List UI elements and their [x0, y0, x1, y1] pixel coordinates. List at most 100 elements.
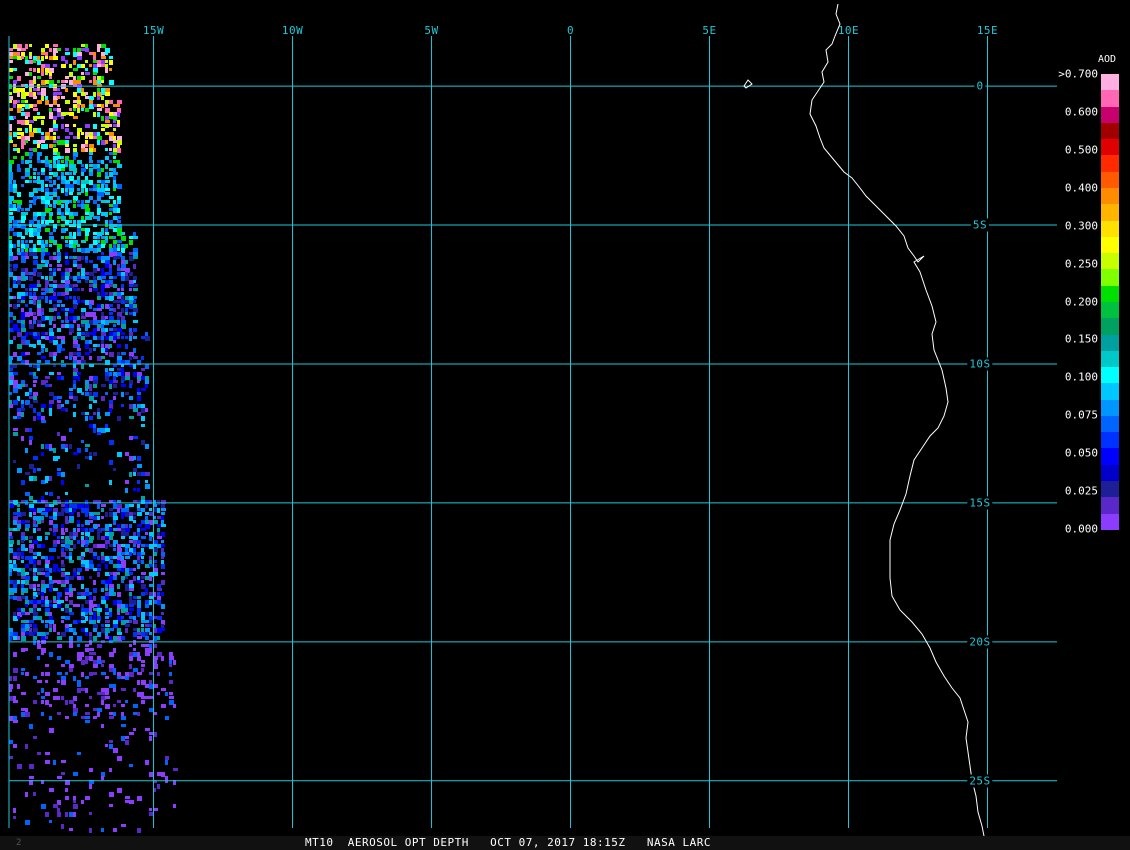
aod-pixel: [65, 192, 68, 196]
aod-pixel: [81, 168, 86, 172]
aod-pixel: [149, 624, 152, 627]
aod-pixel: [9, 212, 13, 215]
aod-pixel: [105, 180, 110, 183]
aod-pixel: [9, 176, 13, 180]
aod-pixel: [65, 812, 68, 817]
aod-pixel: [49, 372, 54, 375]
aod-pixel: [121, 724, 126, 727]
aod-pixel: [65, 580, 69, 584]
aod-pixel: [57, 264, 62, 267]
aod-pixel: [37, 88, 40, 91]
aod-pixel: [73, 236, 76, 239]
aod-pixel: [9, 368, 13, 371]
aod-pixel: [129, 764, 133, 767]
aod-pixel: [105, 620, 110, 623]
aod-pixel: [29, 240, 33, 243]
aod-pixel: [113, 340, 116, 343]
aod-pixel: [129, 516, 133, 521]
aod-pixel: [33, 104, 37, 107]
aod-pixel: [69, 612, 74, 615]
aod-pixel: [33, 68, 36, 72]
aod-pixel: [45, 332, 48, 335]
aod-pixel: [65, 172, 69, 175]
aod-pixel: [125, 700, 128, 703]
aod-pixel: [57, 632, 60, 635]
aod-pixel: [117, 628, 121, 632]
aod-pixel: [57, 468, 61, 471]
legend-tick-label: 0.025: [1064, 484, 1098, 498]
aod-pixel: [29, 72, 32, 76]
aod-pixel: [93, 384, 97, 388]
aod-pixel: [157, 600, 161, 605]
aod-pixel: [9, 140, 13, 143]
aod-pixel: [53, 192, 57, 197]
aod-pixel: [169, 672, 172, 676]
aod-pixel: [97, 656, 101, 660]
aod-pixel: [113, 136, 116, 140]
aod-pixel: [73, 164, 76, 168]
aod-pixel: [61, 436, 66, 441]
aod-pixel: [29, 128, 32, 132]
aod-pixel: [17, 148, 20, 153]
aod-pixel: [141, 668, 144, 672]
aod-pixel: [97, 568, 101, 571]
aod-pixel: [81, 544, 84, 547]
legend-color-swatch: [1101, 204, 1119, 221]
aod-pixel: [105, 164, 108, 169]
aod-pixel: [61, 540, 65, 543]
aod-pixel: [33, 604, 37, 608]
aod-pixel: [65, 624, 69, 628]
aod-pixel: [89, 636, 92, 640]
aod-pixel: [113, 548, 116, 551]
aod-pixel: [141, 700, 145, 704]
aod-pixel: [13, 68, 17, 71]
aod-pixel: [77, 232, 81, 236]
aod-pixel: [49, 192, 53, 195]
aod-pixel: [53, 356, 56, 361]
aod-pixel: [149, 584, 153, 587]
aod-pixel: [45, 564, 49, 568]
legend-color-swatch: [1101, 155, 1119, 172]
aod-pixel: [109, 284, 113, 287]
aod-pixel: [117, 196, 121, 200]
aod-pixel: [29, 124, 32, 128]
aod-pixel: [41, 544, 45, 548]
aod-pixel: [161, 688, 166, 691]
aod-pixel: [101, 348, 105, 353]
aod-pixel: [145, 604, 149, 608]
aod-pixel: [89, 828, 92, 833]
aod-pixel: [9, 48, 13, 51]
aod-pixel: [17, 528, 20, 531]
aod-pixel: [129, 580, 133, 584]
aod-pixel: [105, 192, 110, 195]
aod-pixel: [137, 412, 141, 416]
aod-pixel: [125, 504, 129, 508]
aod-pixel: [73, 508, 76, 512]
aod-pixel: [133, 284, 138, 287]
aod-pixel: [93, 284, 97, 288]
aod-pixel: [97, 216, 100, 221]
aod-pixel: [109, 244, 112, 248]
aod-pixel: [149, 508, 152, 511]
aod-pixel: [53, 588, 58, 591]
aod-pixel: [109, 160, 112, 163]
aod-pixel: [53, 280, 57, 283]
aod-pixel: [57, 328, 61, 332]
aod-pixel: [41, 696, 45, 699]
aod-pixel: [117, 632, 122, 635]
aod-pixel: [149, 560, 152, 564]
aod-pixel: [9, 356, 13, 360]
aod-pixel: [69, 288, 72, 291]
aod-pixel: [93, 660, 97, 664]
aod-pixel: [49, 492, 53, 496]
aod-pixel: [93, 316, 97, 320]
aod-pixel: [73, 800, 76, 803]
aod-pixel: [113, 544, 116, 547]
longitude-label: 10E: [837, 24, 860, 37]
aod-pixel: [85, 228, 90, 232]
aod-pixel: [81, 360, 86, 364]
aod-pixel: [77, 188, 80, 191]
aod-pixel: [81, 412, 85, 415]
aod-pixel: [65, 592, 69, 595]
aod-pixel: [121, 336, 124, 339]
